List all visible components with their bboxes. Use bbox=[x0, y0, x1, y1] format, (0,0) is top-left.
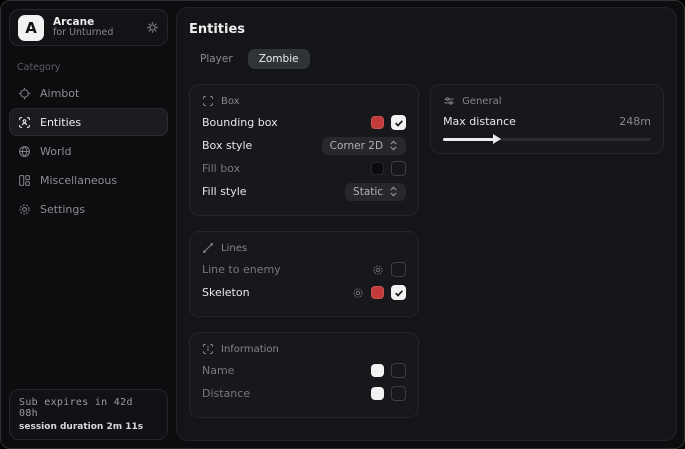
app-logo: A bbox=[18, 15, 44, 41]
color-swatch[interactable] bbox=[371, 387, 384, 400]
fill-style-dropdown[interactable]: Static bbox=[345, 183, 406, 201]
main-panel: Entities Player Zombie Box bbox=[176, 7, 677, 441]
checkbox-checked[interactable] bbox=[391, 285, 406, 300]
general-card-header: General bbox=[443, 95, 651, 107]
dropdown-value: Static bbox=[353, 186, 383, 198]
lines-card-title: Lines bbox=[221, 243, 247, 254]
color-swatch[interactable] bbox=[371, 364, 384, 377]
sidebar-item-label: World bbox=[40, 145, 72, 158]
sliders-icon bbox=[443, 95, 455, 107]
session-duration-text: session duration 2m 11s bbox=[19, 422, 158, 432]
chevrons-up-down-icon bbox=[389, 140, 398, 151]
category-label: Category bbox=[17, 62, 168, 73]
checkbox-unchecked[interactable] bbox=[391, 262, 406, 277]
app-subtitle: for Unturned bbox=[53, 28, 137, 39]
setting-row-distance: Distance bbox=[202, 382, 406, 405]
checkbox-unchecked[interactable] bbox=[391, 386, 406, 401]
sidebar-item-label: Settings bbox=[40, 203, 85, 216]
slider-fill bbox=[443, 138, 495, 141]
brand-card: A Arcane for Unturned bbox=[9, 9, 168, 46]
brand-text: Arcane for Unturned bbox=[53, 16, 137, 39]
checkbox-unchecked[interactable] bbox=[391, 363, 406, 378]
subscription-status-card: Sub expires in 42d 08h session duration … bbox=[9, 389, 168, 440]
sidebar-item-label: Miscellaneous bbox=[40, 174, 117, 187]
lines-card: Lines Line to enemy bbox=[189, 231, 419, 317]
layout-grid-icon bbox=[18, 174, 31, 187]
app-window: A Arcane for Unturned Category bbox=[0, 0, 685, 449]
info-brackets-icon bbox=[202, 343, 214, 355]
page-title: Entities bbox=[189, 22, 664, 37]
sidebar-item-aimbot[interactable]: Aimbot bbox=[9, 79, 168, 107]
lines-card-header: Lines bbox=[202, 242, 406, 254]
sidebar-item-miscellaneous[interactable]: Miscellaneous bbox=[9, 166, 168, 194]
setting-label: Skeleton bbox=[202, 286, 352, 299]
color-swatch[interactable] bbox=[371, 286, 384, 299]
right-column: General Max distance 248m bbox=[430, 84, 664, 154]
sidebar-item-world[interactable]: World bbox=[9, 137, 168, 165]
max-distance-slider[interactable] bbox=[443, 138, 651, 141]
information-card-title: Information bbox=[221, 344, 279, 355]
sidebar-nav: Aimbot Entities bbox=[9, 79, 168, 223]
setting-row-bounding-box: Bounding box bbox=[202, 111, 406, 134]
setting-label: Fill style bbox=[202, 185, 345, 198]
color-swatch[interactable] bbox=[371, 116, 384, 129]
tab-bar: Player Zombie bbox=[189, 49, 664, 69]
setting-row-fill-box: Fill box bbox=[202, 157, 406, 180]
left-column: Box Bounding box Box style bbox=[189, 84, 419, 418]
sidebar-item-label: Aimbot bbox=[40, 87, 79, 100]
setting-row-fill-style: Fill style Static bbox=[202, 180, 406, 203]
box-card: Box Bounding box Box style bbox=[189, 84, 419, 216]
gear-icon[interactable] bbox=[146, 21, 159, 34]
setting-row-max-distance: Max distance 248m bbox=[443, 111, 651, 131]
globe-icon bbox=[18, 145, 31, 158]
scan-brackets-icon bbox=[202, 95, 214, 107]
setting-label: Bounding box bbox=[202, 116, 371, 129]
gear-icon bbox=[18, 203, 31, 216]
setting-label: Box style bbox=[202, 139, 322, 152]
crosshair-icon bbox=[18, 87, 31, 100]
information-card-header: Information bbox=[202, 343, 406, 355]
checkbox-checked[interactable] bbox=[391, 115, 406, 130]
setting-row-box-style: Box style Corner 2D bbox=[202, 134, 406, 157]
tab-player[interactable]: Player bbox=[189, 49, 244, 69]
box-style-dropdown[interactable]: Corner 2D bbox=[322, 137, 406, 155]
box-card-header: Box bbox=[202, 95, 406, 107]
gear-icon[interactable] bbox=[372, 264, 384, 276]
setting-row-name: Name bbox=[202, 359, 406, 382]
setting-label: Fill box bbox=[202, 162, 371, 175]
sidebar-item-entities[interactable]: Entities bbox=[9, 108, 168, 136]
setting-row-skeleton: Skeleton bbox=[202, 281, 406, 304]
setting-row-line-to-enemy: Line to enemy bbox=[202, 258, 406, 281]
sidebar: A Arcane for Unturned Category bbox=[1, 1, 176, 448]
slider-thumb[interactable] bbox=[493, 134, 501, 144]
max-distance-value: 248m bbox=[619, 115, 651, 128]
general-card: General Max distance 248m bbox=[430, 84, 664, 154]
gear-icon[interactable] bbox=[352, 287, 364, 299]
box-card-title: Box bbox=[221, 96, 240, 107]
diagonal-line-icon bbox=[202, 242, 214, 254]
setting-label: Name bbox=[202, 364, 371, 377]
content-columns: Box Bounding box Box style bbox=[189, 84, 664, 418]
setting-label: Max distance bbox=[443, 115, 619, 128]
sidebar-item-settings[interactable]: Settings bbox=[9, 195, 168, 223]
tab-zombie[interactable]: Zombie bbox=[248, 49, 310, 69]
setting-label: Distance bbox=[202, 387, 371, 400]
sidebar-item-label: Entities bbox=[40, 116, 81, 129]
setting-label: Line to enemy bbox=[202, 263, 372, 276]
general-card-title: General bbox=[462, 96, 501, 107]
chevrons-up-down-icon bbox=[389, 186, 398, 197]
sub-expiry-text: Sub expires in 42d 08h bbox=[19, 397, 158, 419]
information-card: Information Name Distance bbox=[189, 332, 419, 418]
color-swatch[interactable] bbox=[371, 162, 384, 175]
dropdown-value: Corner 2D bbox=[330, 140, 383, 152]
checkbox-unchecked[interactable] bbox=[391, 161, 406, 176]
entities-icon bbox=[18, 116, 31, 129]
